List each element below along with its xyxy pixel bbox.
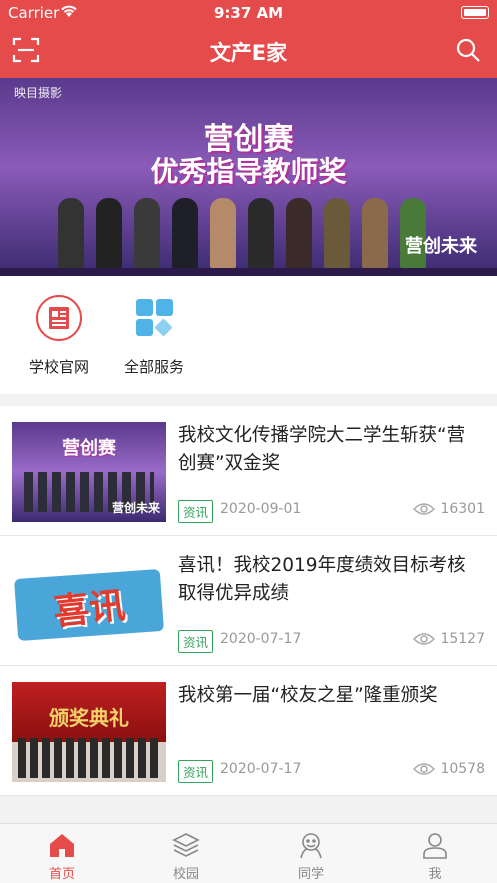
service-all-services[interactable]: 全部服务 [114, 294, 194, 377]
grid-icon [130, 299, 178, 346]
tab-bar: 首页 校园 同学 我 [0, 823, 497, 883]
news-date: 2020-09-01 [220, 501, 302, 517]
news-tag: 资讯 [178, 760, 214, 783]
news-item[interactable]: 营创赛 营创未来 我校文化传播学院大二学生斩获“营创赛”双金奖 资讯 2020-… [0, 406, 497, 536]
nav-bar: 文产E家 [0, 26, 497, 78]
news-item[interactable]: 颁奖典礼 我校第一届“校友之星”隆重颁奖 资讯 2020-07-17 10578 [0, 666, 497, 796]
tab-label: 校园 [172, 867, 199, 882]
user-icon [421, 831, 449, 859]
news-view-count: 10578 [440, 761, 485, 777]
news-thumbnail: 营创赛 营创未来 [12, 422, 166, 522]
eye-icon [412, 631, 436, 647]
tab-label: 首页 [48, 867, 75, 882]
tab-campus[interactable]: 校园 [124, 824, 248, 883]
news-date: 2020-07-17 [220, 631, 302, 647]
battery-icon [461, 6, 489, 19]
home-icon [48, 831, 76, 859]
news-tag: 资讯 [178, 630, 214, 653]
service-label: 全部服务 [123, 358, 184, 376]
eye-icon [412, 761, 436, 777]
news-date: 2020-07-17 [220, 761, 302, 777]
clock: 9:37 AM [213, 4, 284, 22]
tab-label: 同学 [297, 867, 324, 882]
news-title: 我校第一届“校友之星”隆重颁奖 [178, 685, 438, 706]
thumb-headline: 颁奖典礼 [49, 706, 129, 730]
tab-label: 我 [428, 867, 442, 882]
classmates-icon [297, 831, 325, 859]
banner-carousel[interactable]: 映目摄影 营创赛 优秀指导教师奖 营创未来 [0, 78, 497, 276]
banner-photo-people [58, 198, 438, 268]
school-website-icon [35, 295, 83, 346]
tab-me[interactable]: 我 [373, 824, 497, 883]
tab-home[interactable]: 首页 [0, 824, 124, 883]
tab-classmates[interactable]: 同学 [249, 824, 373, 883]
news-thumbnail: 颁奖典礼 [12, 682, 166, 782]
news-view-count: 15127 [440, 631, 485, 647]
news-item[interactable]: 喜讯 喜讯！我校2019年度绩效目标考核取得优异成绩 资讯 2020-07-17… [0, 536, 497, 666]
news-title: 喜讯！我校2019年度绩效目标考核取得优异成绩 [178, 555, 466, 604]
thumb-subtitle: 营创未来 [111, 501, 160, 515]
thumb-headline: 营创赛 [62, 438, 116, 459]
news-tag: 资讯 [178, 500, 214, 523]
services-grid: 学校官网 全部服务 [0, 276, 497, 394]
news-thumbnail: 喜讯 [12, 552, 166, 652]
status-bar: Carrier 9:37 AM [0, 0, 497, 26]
news-list: 营创赛 营创未来 我校文化传播学院大二学生斩获“营创赛”双金奖 资讯 2020-… [0, 406, 497, 796]
layers-icon [172, 831, 200, 859]
news-title: 我校文化传播学院大二学生斩获“营创赛”双金奖 [178, 425, 466, 474]
banner-logo: 映目摄影 [14, 86, 63, 100]
eye-icon [412, 501, 436, 517]
page-title: 文产E家 [209, 41, 288, 65]
banner-stage [0, 268, 497, 276]
search-icon[interactable] [455, 37, 481, 63]
service-label: 学校官网 [28, 358, 89, 376]
news-view-count: 16301 [440, 501, 485, 517]
service-school-website[interactable]: 学校官网 [19, 294, 99, 377]
thumb-people [18, 738, 160, 778]
banner-subheadline: 优秀指导教师奖 [150, 155, 347, 188]
banner-corner-text: 营创未来 [405, 236, 477, 257]
